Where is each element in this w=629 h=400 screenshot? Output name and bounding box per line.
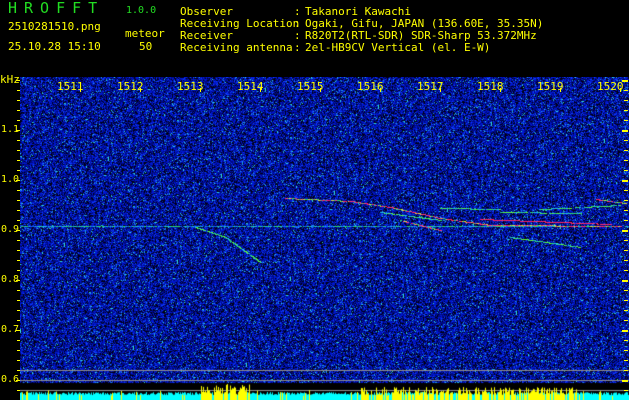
y-tick xyxy=(17,100,20,101)
y-tick-right xyxy=(624,110,628,111)
y-tick xyxy=(17,150,20,151)
y-tick-right xyxy=(622,130,628,132)
spectrogram xyxy=(20,77,629,400)
y-tick-right xyxy=(624,170,628,171)
location-value: Ogaki, Gifu, JAPAN (136.60E, 35.35N) xyxy=(305,17,544,30)
y-tick xyxy=(16,380,20,381)
y-tick-right xyxy=(624,120,628,121)
y-tick xyxy=(17,120,20,121)
y-tick-right xyxy=(624,190,628,191)
y-tick-right xyxy=(624,340,628,341)
y-tick xyxy=(17,320,20,321)
y-tick-right xyxy=(624,100,628,101)
y-tick xyxy=(17,190,20,191)
y-tick xyxy=(17,250,20,251)
y-tick xyxy=(16,230,20,231)
antenna-label: Receiving antenna xyxy=(180,41,293,54)
y-tick xyxy=(16,330,20,331)
y-tick xyxy=(17,370,20,371)
x-tick xyxy=(380,88,381,92)
y-tick xyxy=(17,110,20,111)
x-tick xyxy=(500,88,501,92)
y-tick-right xyxy=(624,290,628,291)
x-tick xyxy=(320,88,321,92)
y-tick xyxy=(16,130,20,131)
y-tick-right xyxy=(624,300,628,301)
y-tick xyxy=(17,340,20,341)
y-tick-right xyxy=(624,260,628,261)
file-name: 2510281510.png xyxy=(8,20,101,33)
y-tick-right xyxy=(624,210,628,211)
y-tick xyxy=(17,270,20,271)
y-tick-right xyxy=(622,280,628,282)
x-tick xyxy=(80,88,81,92)
y-tick-right xyxy=(624,160,628,161)
y-tick-right xyxy=(624,350,628,351)
x-tick xyxy=(140,88,141,92)
y-tick-right xyxy=(624,370,628,371)
y-tick xyxy=(17,390,20,391)
y-tick xyxy=(17,350,20,351)
y-tick xyxy=(17,90,20,91)
y-tick xyxy=(17,170,20,171)
location-label: Receiving Location xyxy=(180,17,300,30)
x-tick xyxy=(260,88,261,92)
y-tick xyxy=(17,210,20,211)
y-tick-right xyxy=(624,90,628,91)
y-tick xyxy=(17,200,20,201)
y-tick xyxy=(17,260,20,261)
y-tick-right xyxy=(622,380,628,382)
y-tick-right xyxy=(622,180,628,182)
x-tick xyxy=(620,88,621,92)
y-tick xyxy=(17,310,20,311)
y-tick-right xyxy=(622,230,628,232)
observer-value: Takanori Kawachi xyxy=(305,5,411,18)
y-tick-right xyxy=(624,150,628,151)
y-tick-right xyxy=(624,250,628,251)
y-tick-right xyxy=(624,140,628,141)
y-tick-right xyxy=(624,240,628,241)
y-tick-right xyxy=(624,310,628,311)
x-tick xyxy=(200,88,201,92)
y-tick-right xyxy=(622,330,628,332)
y-tick-right xyxy=(624,320,628,321)
y-tick xyxy=(17,290,20,291)
app-title: HROFFT xyxy=(8,0,105,17)
y-tick xyxy=(17,220,20,221)
y-tick-right xyxy=(624,200,628,201)
x-tick xyxy=(440,88,441,92)
app-version: 1.0.0 xyxy=(126,5,157,16)
detection-label: meteor xyxy=(125,27,165,40)
y-tick xyxy=(16,80,20,81)
observer-label: Observer xyxy=(180,5,233,18)
meteor-count: 50 xyxy=(139,40,153,53)
y-tick-right xyxy=(624,270,628,271)
x-tick xyxy=(560,88,561,92)
y-tick xyxy=(16,180,20,181)
y-tick xyxy=(17,140,20,141)
y-tick xyxy=(16,280,20,281)
file-datetime: 25.10.28 15:10 xyxy=(8,40,101,53)
y-tick xyxy=(17,240,20,241)
receiver-label: Receiver xyxy=(180,29,233,42)
y-tick xyxy=(17,300,20,301)
y-tick-right xyxy=(624,220,628,221)
y-tick xyxy=(17,360,20,361)
antenna-value: 2el-HB9CV Vertical (el. E-W) xyxy=(305,41,491,54)
y-tick-right xyxy=(624,390,628,391)
y-tick-right xyxy=(624,360,628,361)
y-tick xyxy=(17,160,20,161)
receiver-value: R820T2(RTL-SDR) SDR-Sharp 53.372MHz xyxy=(305,29,537,42)
